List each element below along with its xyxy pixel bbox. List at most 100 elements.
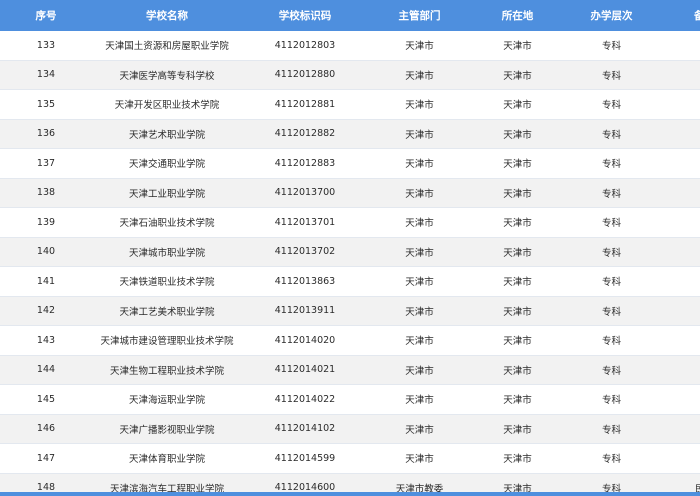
- cell-school-name: 天津工艺美术职业学院: [92, 296, 242, 326]
- cell-seq: 145: [0, 384, 92, 415]
- cell-school-name: 天津体育职业学院: [92, 443, 242, 474]
- cell-department: 天津市: [368, 31, 471, 61]
- cell-seq: 147: [0, 443, 92, 474]
- header-department: 主管部门: [368, 0, 471, 31]
- cell-seq: 139: [0, 207, 92, 238]
- cell-location: 天津市: [471, 296, 564, 326]
- cell-department: 天津市: [368, 443, 471, 474]
- cell-school-name: 天津医学高等专科学校: [92, 60, 242, 90]
- cell-note: [659, 355, 700, 385]
- cell-seq: 134: [0, 60, 92, 90]
- bottom-accent-bar: [0, 492, 700, 496]
- cell-department: 天津市: [368, 266, 471, 297]
- cell-level: 专科: [564, 178, 659, 208]
- cell-seq: 142: [0, 296, 92, 326]
- cell-seq: 144: [0, 355, 92, 385]
- cell-level: 专科: [564, 89, 659, 120]
- cell-location: 天津市: [471, 178, 564, 208]
- header-seq: 序号: [0, 0, 92, 31]
- table-row: 140 天津城市职业学院 4112013702 天津市 天津市 专科: [0, 237, 700, 267]
- cell-department: 天津市: [368, 414, 471, 444]
- cell-school-name: 天津海运职业学院: [92, 384, 242, 415]
- cell-department: 天津市: [368, 89, 471, 120]
- table-row: 136 天津艺术职业学院 4112012882 天津市 天津市 专科: [0, 119, 700, 149]
- cell-school-name: 天津广播影视职业学院: [92, 414, 242, 444]
- cell-note: [659, 237, 700, 267]
- cell-seq: 141: [0, 266, 92, 297]
- cell-school-code: 4112012882: [242, 119, 368, 149]
- school-list-page: 序号 学校名称 学校标识码 主管部门 所在地 办学层次 备注 133天津国土资源…: [0, 0, 700, 496]
- table-row: 135 天津开发区职业技术学院 4112012881 天津市 天津市 专科: [0, 89, 700, 120]
- cell-school-code: 4112012803: [242, 31, 368, 61]
- cell-location: 天津市: [471, 148, 564, 179]
- cell-department: 天津市: [368, 178, 471, 208]
- cell-department: 天津市: [368, 119, 471, 149]
- cell-location: 天津市: [471, 414, 564, 444]
- cell-seq: 136: [0, 119, 92, 149]
- cell-department: 天津市: [368, 60, 471, 90]
- cell-school-name: 天津生物工程职业技术学院: [92, 355, 242, 385]
- cell-school-name: 天津城市建设管理职业技术学院: [92, 325, 242, 356]
- table-row: 133 天津国土资源和房屋职业学院 4112012803 天津市 天津市 专科: [0, 31, 700, 61]
- cell-seq: 137: [0, 148, 92, 179]
- cell-department: 天津市: [368, 325, 471, 356]
- cell-location: 天津市: [471, 266, 564, 297]
- cell-level: 专科: [564, 207, 659, 238]
- table-body: 133 天津国土资源和房屋职业学院 4112012803 天津市 天津市 专科 134 天津医…: [0, 31, 700, 496]
- table-row: 137 天津交通职业学院 4112012883 天津市 天津市 专科: [0, 148, 700, 179]
- school-table: 序号 学校名称 学校标识码 主管部门 所在地 办学层次 备注 133天津国土资源…: [0, 0, 700, 496]
- cell-location: 天津市: [471, 384, 564, 415]
- cell-school-code: 4112014102: [242, 414, 368, 444]
- cell-department: 天津市: [368, 237, 471, 267]
- cell-school-code: 4112014020: [242, 325, 368, 356]
- cell-note: [659, 119, 700, 149]
- cell-school-name: 天津石油职业技术学院: [92, 207, 242, 238]
- cell-department: 天津市: [368, 384, 471, 415]
- cell-location: 天津市: [471, 119, 564, 149]
- cell-school-name: 天津城市职业学院: [92, 237, 242, 267]
- cell-level: 专科: [564, 443, 659, 474]
- cell-school-code: 4112014022: [242, 384, 368, 415]
- cell-school-code: 4112014021: [242, 355, 368, 385]
- cell-seq: 146: [0, 414, 92, 444]
- cell-note: [659, 414, 700, 444]
- cell-department: 天津市: [368, 207, 471, 238]
- header-school-code: 学校标识码: [242, 0, 368, 31]
- cell-school-code: 4112014599: [242, 443, 368, 474]
- cell-department: 天津市: [368, 148, 471, 179]
- cell-seq: 138: [0, 178, 92, 208]
- cell-school-code: 4112012883: [242, 148, 368, 179]
- table-row: 139 天津石油职业技术学院 4112013701 天津市 天津市 专科: [0, 207, 700, 238]
- cell-school-name: 天津工业职业学院: [92, 178, 242, 208]
- cell-level: 专科: [564, 414, 659, 444]
- table-row: 138 天津工业职业学院 4112013700 天津市 天津市 专科: [0, 178, 700, 208]
- cell-note: [659, 60, 700, 90]
- cell-note: [659, 207, 700, 238]
- cell-location: 天津市: [471, 89, 564, 120]
- cell-location: 天津市: [471, 31, 564, 61]
- cell-department: 天津市: [368, 355, 471, 385]
- cell-location: 天津市: [471, 355, 564, 385]
- table-row: 147 天津体育职业学院 4112014599 天津市 天津市 专科: [0, 443, 700, 474]
- cell-school-name: 天津交通职业学院: [92, 148, 242, 179]
- cell-note: [659, 443, 700, 474]
- table-row: 142 天津工艺美术职业学院 4112013911 天津市 天津市 专科: [0, 296, 700, 326]
- cell-school-code: 4112012881: [242, 89, 368, 120]
- header-school-name: 学校名称: [92, 0, 242, 31]
- cell-school-name: 天津开发区职业技术学院: [92, 89, 242, 120]
- cell-school-name: 天津国土资源和房屋职业学院: [92, 31, 242, 61]
- cell-location: 天津市: [471, 60, 564, 90]
- cell-note: [659, 266, 700, 297]
- cell-level: 专科: [564, 325, 659, 356]
- cell-school-name: 天津艺术职业学院: [92, 119, 242, 149]
- cell-seq: 143: [0, 325, 92, 356]
- cell-level: 专科: [564, 266, 659, 297]
- cell-seq: 140: [0, 237, 92, 267]
- cell-location: 天津市: [471, 443, 564, 474]
- cell-school-code: 4112012880: [242, 60, 368, 90]
- cell-level: 专科: [564, 355, 659, 385]
- table-row: 145 天津海运职业学院 4112014022 天津市 天津市 专科: [0, 384, 700, 415]
- header-level: 办学层次: [564, 0, 659, 31]
- cell-school-code: 4112013863: [242, 266, 368, 297]
- header-location: 所在地: [471, 0, 564, 31]
